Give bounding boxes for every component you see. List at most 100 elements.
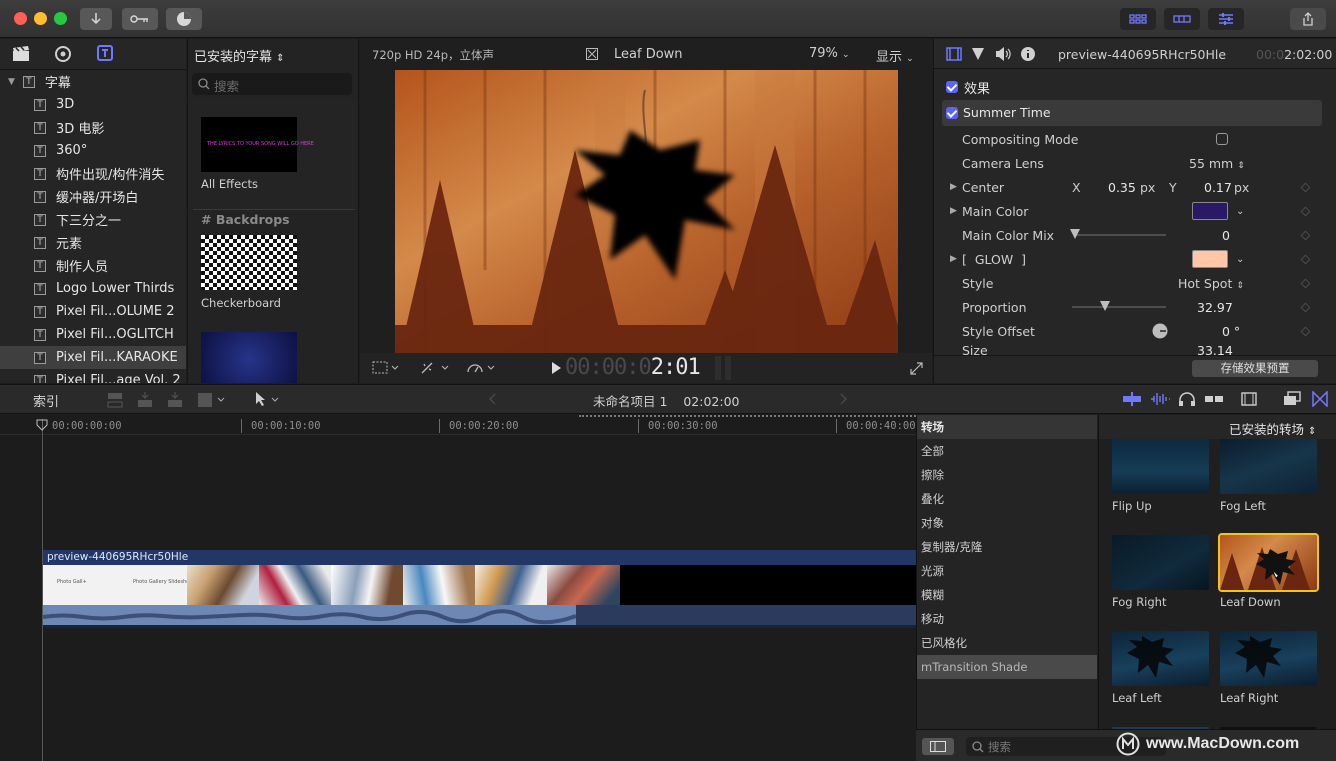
titles-root-row[interactable]: ▼ T 字幕	[0, 70, 186, 93]
info-inspector-icon[interactable]	[1020, 46, 1036, 62]
transition-thumbnail[interactable]	[1112, 439, 1209, 494]
select-tool-icon[interactable]	[253, 390, 283, 408]
library-layout-button[interactable]	[1120, 8, 1156, 30]
timeline-layout-button[interactable]	[1164, 8, 1200, 30]
timeline[interactable]: 00:00:00:00 00:00:10:00 00:00:20:00 00:00:3…	[0, 415, 916, 761]
browser-search-field[interactable]: 搜索	[192, 73, 352, 95]
library-item[interactable]: T Logo Lower Thirds	[0, 277, 186, 300]
import-button[interactable]	[80, 8, 112, 30]
transition-thumbnail[interactable]	[1220, 439, 1317, 494]
center-y-value[interactable]: 0.17	[1204, 180, 1232, 195]
library-item[interactable]: T 元素	[0, 231, 186, 254]
connect-clip-icon[interactable]	[106, 391, 124, 409]
display-menu[interactable]: 显示 ⌄	[876, 46, 914, 65]
video-inspector-icon[interactable]	[946, 47, 962, 61]
browser-header[interactable]: 已安装的字幕 ⇕	[194, 46, 285, 65]
close-window-button[interactable]	[14, 12, 27, 25]
library-item[interactable]: T Pixel Fil...OGLITCH	[0, 323, 186, 346]
effect-header-row[interactable]: Summer Time	[942, 100, 1322, 126]
titles-generators-icon[interactable]	[96, 44, 114, 62]
sidebar-toggle-button[interactable]	[922, 738, 954, 755]
share-button[interactable]	[1290, 8, 1326, 30]
minimize-window-button[interactable]	[34, 12, 47, 25]
background-tasks-button[interactable]	[166, 8, 202, 30]
transition-category[interactable]: 擦除	[917, 463, 1097, 487]
transition-category[interactable]: mTransition Shade	[917, 655, 1097, 679]
headphones-icon[interactable]	[1178, 391, 1196, 407]
library-item[interactable]: T 3D	[0, 93, 186, 116]
transitions-browser-icon[interactable]	[1312, 391, 1328, 407]
retime-icon[interactable]	[466, 360, 496, 376]
skimming-icon[interactable]	[1122, 391, 1142, 407]
checkerboard-thumbnail[interactable]	[201, 235, 297, 290]
library-item[interactable]: T Pixel Fil...KARAOKE	[0, 346, 186, 369]
keyframe-icon[interactable]	[1300, 326, 1311, 336]
clip-appearance-icon[interactable]	[1240, 391, 1258, 407]
effects-checkbox[interactable]	[946, 81, 958, 93]
library-item[interactable]: T 360°	[0, 139, 186, 162]
zoom-window-button[interactable]	[54, 12, 67, 25]
disclosure-triangle-icon[interactable]: ▶	[950, 182, 957, 192]
library-item[interactable]: T Pixel Fil...age Vol. 2	[0, 369, 186, 383]
compositing-mode-checkbox[interactable]	[1216, 133, 1228, 145]
transition-thumbnail[interactable]	[1112, 631, 1209, 686]
transition-category[interactable]: 叠化	[917, 487, 1097, 511]
disclosure-triangle-icon[interactable]: ▶	[950, 254, 957, 264]
save-effects-preset-button[interactable]: 存储效果预置	[1192, 360, 1318, 377]
color-inspector-icon[interactable]	[971, 47, 985, 61]
enhancements-icon[interactable]	[420, 361, 450, 375]
effect-enable-checkbox[interactable]	[946, 107, 958, 119]
next-history-icon[interactable]	[838, 393, 848, 405]
overwrite-clip-icon[interactable]	[196, 391, 228, 409]
camera-lens-popup[interactable]: 55 mm ⇕	[1189, 156, 1245, 171]
library-item[interactable]: T 构件出现/构件消失	[0, 162, 186, 185]
keyframe-icon[interactable]	[1300, 278, 1311, 288]
library-item[interactable]: T Pixel Fil...OLUME 2	[0, 300, 186, 323]
style-offset-value[interactable]: 0 °	[1222, 324, 1240, 339]
effects-browser-icon[interactable]	[1283, 391, 1301, 407]
play-icon[interactable]	[550, 361, 562, 375]
main-color-mix-slider[interactable]	[1074, 234, 1166, 236]
transition-category[interactable]: 模糊	[917, 583, 1097, 607]
proportion-value[interactable]: 32.97	[1197, 300, 1233, 315]
transition-thumbnail[interactable]	[1218, 533, 1319, 592]
timeline-index-button[interactable]: 索引	[33, 391, 59, 410]
disclosure-triangle-icon[interactable]: ▶	[950, 206, 957, 216]
disclosure-triangle-icon[interactable]: ▼	[8, 77, 15, 87]
viewer-timecode[interactable]: 00:00:02:01	[565, 355, 701, 380]
main-color-swatch[interactable]	[1192, 202, 1228, 220]
glow-color-swatch[interactable]	[1192, 250, 1228, 268]
library-item[interactable]: T 制作人员	[0, 254, 186, 277]
previous-history-icon[interactable]	[488, 393, 498, 405]
audio-inspector-icon[interactable]	[994, 46, 1012, 62]
chevron-down-icon[interactable]: ⌄	[1236, 206, 1244, 217]
timeline-clip[interactable]: preview-440695RHcr50Hle Photo Gall+ Phot…	[42, 550, 916, 628]
library-item[interactable]: T 3D 电影	[0, 116, 186, 139]
transition-category[interactable]: 光源	[917, 559, 1097, 583]
keyframe-icon[interactable]	[1300, 182, 1311, 192]
keyframe-icon[interactable]	[1300, 254, 1311, 264]
transform-tool-icon[interactable]	[372, 361, 400, 375]
library-item[interactable]: T 缓冲器/开场白	[0, 185, 186, 208]
transition-category[interactable]: 复制器/克隆	[917, 535, 1097, 559]
insert-clip-icon[interactable]	[136, 391, 154, 409]
main-color-mix-value[interactable]: 0	[1222, 228, 1230, 243]
keyframe-icon[interactable]	[1300, 230, 1311, 240]
audio-skimming-icon[interactable]	[1150, 391, 1170, 407]
effects-header-row[interactable]: 效果	[934, 75, 1329, 99]
zoom-menu[interactable]: 79% ⌄	[809, 46, 850, 61]
playhead-marker-icon[interactable]	[36, 419, 48, 431]
keyframe-icon[interactable]	[1300, 206, 1311, 216]
video-frame[interactable]	[395, 70, 898, 353]
rotation-dial-icon[interactable]	[1152, 323, 1168, 339]
fullscreen-icon[interactable]	[910, 362, 923, 375]
append-clip-icon[interactable]	[166, 391, 184, 409]
style-popup[interactable]: Hot Spot ⇕	[1178, 276, 1244, 291]
clapper-icon[interactable]	[12, 46, 30, 62]
proportion-slider[interactable]	[1072, 306, 1166, 308]
blue-backdrop-thumbnail[interactable]	[201, 332, 297, 383]
transition-category[interactable]: 已风格化	[917, 631, 1097, 655]
transition-category[interactable]: 移动	[917, 607, 1097, 631]
size-value[interactable]: 33.14	[1197, 343, 1233, 355]
inspector-toggle-button[interactable]	[1208, 8, 1244, 30]
